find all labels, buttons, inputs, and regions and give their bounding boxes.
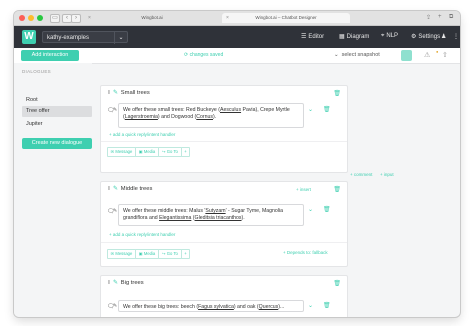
upload-icon[interactable]: ⇧ [442,51,448,59]
save-status: ⟳ changes saved [184,52,224,58]
message-text[interactable]: We offer these big trees: beech (Fagus s… [118,300,304,312]
create-dialogue-button[interactable]: Create new dialogue [22,138,92,149]
add-quick-reply-link[interactable]: + add a quick reply/intent handler [109,132,175,137]
edit-message-icon[interactable]: ✎ [113,208,117,214]
tab-close-icon[interactable]: × [88,13,91,23]
drag-handle-icon[interactable]: ⁞ [108,280,110,286]
diagram-icon: ▦ [339,34,345,40]
card-title: ⁞ ✎ Big trees [108,280,144,286]
add-comment-link[interactable]: + comment [350,172,372,177]
browser-tab-1[interactable]: × Wingbot.ai [84,13,220,23]
insert-link[interactable]: + insert [296,187,311,192]
interaction-card-big-trees: ⁞ ✎ Big trees 🗑 🗨 ✎ We offer these big tre… [100,275,348,317]
add-media-button[interactable]: ▣ Media [135,147,159,157]
user-icon[interactable]: ♟ [441,33,446,40]
trash-icon[interactable]: 🗑 [323,106,331,113]
drag-handle-icon[interactable]: ⁞ [108,90,110,96]
maximize-window-dot[interactable] [37,15,43,21]
nav-settings[interactable]: ⚙ Settings [411,33,440,40]
add-more-button[interactable]: + [181,249,190,259]
editor-toolbar: Add interaction ⟳ changes saved ⌄ select … [14,48,460,64]
snapshot-select[interactable]: ⌄ select snapshot [334,50,400,61]
nav-nlp[interactable]: ⌖ NLP [381,33,398,40]
trash-icon[interactable]: 🗑 [323,206,331,213]
location-icon: ⌖ [381,33,385,39]
sidebar-heading: DIALOGUES [22,69,51,74]
add-message-button[interactable]: ✉ Message [107,249,136,259]
edit-icon[interactable]: ✎ [113,90,118,96]
chevron-down-icon[interactable]: ⌄ [308,302,313,309]
sidebar-toggle-icon[interactable]: ▭ [50,14,60,23]
add-goto-button[interactable]: ↪ Go To [158,147,182,157]
new-tab-icon[interactable]: + [438,14,442,20]
edit-message-icon[interactable]: ✎ [113,107,117,113]
trash-icon[interactable]: 🗑 [333,186,341,193]
more-icon[interactable]: ⋮ [453,33,459,40]
trash-icon[interactable]: 🗑 [333,280,341,287]
chevron-down-icon[interactable]: ⌄ [308,106,313,113]
sidebar-item-jupiter[interactable]: Jupiter [22,119,92,130]
minimize-window-dot[interactable] [28,15,34,21]
browser-tab-bar: ▭ ‹ › × Wingbot.ai × Wingbot.ai – Chatbo… [14,11,460,26]
message-text[interactable]: We offer these middle trees: Malus 'Suty… [118,204,304,226]
edit-icon[interactable]: ✎ [113,280,118,286]
tab-close-icon[interactable]: × [226,13,229,23]
add-message-button[interactable]: ✉ Message [107,147,136,157]
forward-icon[interactable]: › [71,14,81,23]
chevron-down-icon: ⌄ [114,32,127,44]
interaction-card-middle-trees: ⁞ ✎ Middle trees + insert 🗑 🗨 ✎ We offer t… [100,181,348,267]
tabs-overview-icon[interactable]: ⧉ [449,14,453,21]
interaction-card-small-trees: ⁞ ✎ Small trees 🗑 🗨 ✎ We offer these small… [100,85,348,173]
dialogues-sidebar: DIALOGUES Root Tree offer Jupiter Create… [14,63,92,317]
browser-window: ▭ ‹ › × Wingbot.ai × Wingbot.ai – Chatbo… [14,11,460,317]
add-more-button[interactable]: + [181,147,190,157]
card-title: ⁞ ✎ Middle trees [108,186,153,192]
card-title: ⁞ ✎ Small trees [108,90,150,96]
trash-icon[interactable]: 🗑 [323,302,331,309]
wingbot-logo[interactable]: W [22,30,36,44]
notification-badge: ● [436,49,439,54]
divider [101,242,347,243]
edit-icon[interactable]: ✎ [113,186,118,192]
add-input-link[interactable]: + input [380,172,394,177]
fallback-link[interactable]: + Depends to: fallback [283,250,328,255]
apply-snapshot-button[interactable] [401,50,412,61]
nav-diagram[interactable]: ▦ Diagram [339,33,369,40]
menu-icon: ☰ [301,34,307,40]
drag-handle-icon[interactable]: ⁞ [108,186,110,192]
project-select[interactable]: kathy-examples ⌄ [42,31,128,44]
add-interaction-button[interactable]: Add interaction [21,50,79,61]
trash-icon[interactable]: 🗑 [333,90,341,97]
add-quick-reply-link[interactable]: + add a quick reply/intent handler [109,232,175,237]
browser-tab-2[interactable]: × Wingbot.ai – Chatbot Designer [222,13,350,23]
sidebar-item-tree-offer[interactable]: Tree offer [22,106,92,117]
sidebar-item-root[interactable]: Root [22,95,92,106]
gear-icon: ⚙ [411,34,417,40]
message-text[interactable]: We offer these small trees: Red Buckeye … [118,103,304,128]
chevron-down-icon: ⌄ [334,52,339,58]
add-goto-button[interactable]: ↪ Go To [158,249,182,259]
chevron-down-icon[interactable]: ⌄ [308,206,313,213]
add-media-button[interactable]: ▣ Media [135,249,159,259]
close-window-dot[interactable] [19,15,25,21]
app-header: W kathy-examples ⌄ ☰ Editor ▦ Diagram ⌖ NLP… [14,26,460,48]
warning-icon[interactable]: ⚠ [424,51,430,59]
edit-message-icon[interactable]: ✎ [113,303,117,309]
divider [101,141,347,142]
share-icon[interactable]: ⇪ [426,14,431,21]
nav-editor[interactable]: ☰ Editor [301,33,324,40]
